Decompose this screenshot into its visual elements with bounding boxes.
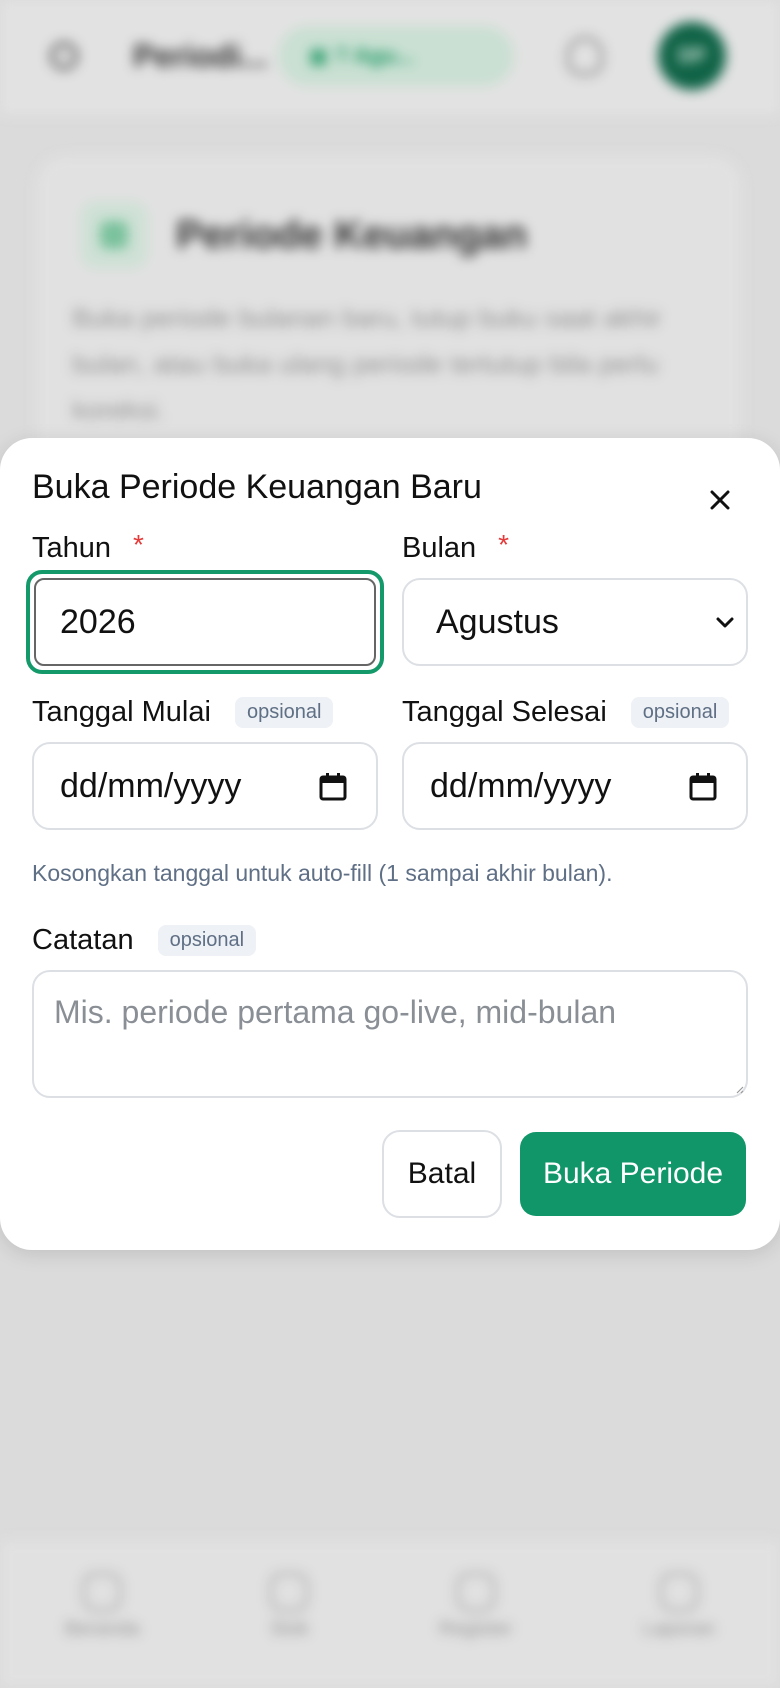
optional-badge: opsional (157, 925, 257, 956)
required-mark: * (133, 528, 144, 560)
notes-label-row: Catatan opsional (32, 924, 257, 957)
end-date-label: Tanggal Selesai (402, 696, 607, 728)
optional-badge: opsional (630, 697, 730, 728)
required-mark: * (498, 528, 510, 560)
chevron-down-icon (716, 617, 734, 628)
notes-label: Catatan (32, 924, 134, 956)
year-input[interactable] (34, 578, 376, 666)
dialog-title: Buka Periode Keuangan Baru (32, 468, 482, 506)
end-date-placeholder: dd/mm/yyyy (430, 766, 612, 805)
end-date-input[interactable]: dd/mm/yyyy (402, 742, 748, 830)
notes-textarea[interactable]: Mis. periode pertama go-live, mid-bulan (32, 970, 748, 1098)
open-period-dialog: Buka Periode Keuangan Baru Tahun * Bulan… (0, 438, 780, 1250)
open-period-button[interactable]: Buka Periode (520, 1132, 746, 1216)
month-label: Bulan (402, 532, 477, 564)
month-label-row: Bulan * (402, 528, 510, 565)
start-date-label: Tanggal Mulai (32, 696, 211, 728)
start-date-label-row: Tanggal Mulai opsional (32, 696, 334, 729)
year-label-row: Tahun * (32, 528, 144, 565)
close-button[interactable] (700, 480, 740, 520)
optional-badge: opsional (234, 697, 334, 728)
resize-grip-icon[interactable] (734, 1084, 744, 1094)
start-date-input[interactable]: dd/mm/yyyy (32, 742, 378, 830)
end-date-label-row: Tanggal Selesai opsional (402, 696, 730, 729)
month-selected-value: Agustus (436, 602, 559, 641)
notes-placeholder: Mis. periode pertama go-live, mid-bulan (54, 994, 617, 1030)
calendar-icon[interactable] (318, 772, 348, 802)
cancel-button[interactable]: Batal (382, 1130, 502, 1218)
month-select[interactable]: Agustus (402, 578, 748, 666)
start-date-placeholder: dd/mm/yyyy (60, 766, 242, 805)
year-focus-ring (26, 570, 384, 674)
year-label: Tahun (32, 532, 112, 564)
date-hint: Kosongkan tanggal untuk auto-fill (1 sam… (32, 860, 613, 886)
calendar-icon[interactable] (688, 772, 718, 802)
close-icon (710, 490, 730, 510)
